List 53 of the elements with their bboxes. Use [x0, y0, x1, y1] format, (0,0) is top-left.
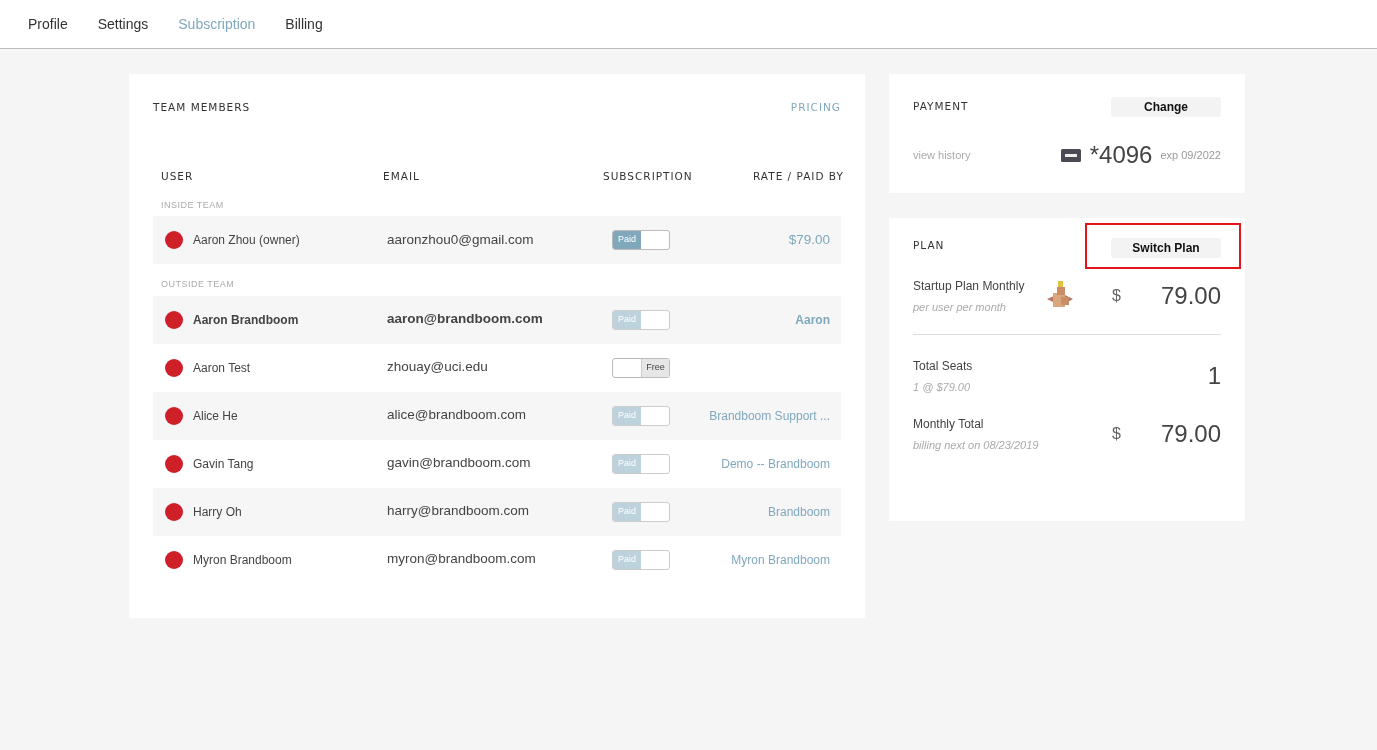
pricing-link[interactable]: PRICING — [790, 100, 841, 116]
section-title: PAYMENT — [913, 99, 969, 115]
paid-by: Demo -- Brandboom — [720, 455, 830, 473]
paid-by: Brandboom Support ... — [708, 407, 830, 425]
paid-by: Brandboom — [766, 503, 830, 521]
plan-label: Monthly Total — [913, 416, 985, 433]
user-email: harry@brandboom.com — [387, 502, 530, 521]
paid-by: Aaron — [794, 311, 830, 329]
section-title: PLAN — [913, 238, 945, 254]
card-icon — [1060, 148, 1081, 162]
user-name: Aaron Brandboom — [193, 311, 300, 329]
card-expiry: exp 09/2022 — [1160, 147, 1221, 163]
user-name: Aaron Zhou (owner) — [193, 232, 301, 249]
user-name: Aaron Test — [193, 359, 252, 377]
amount: 79.00 — [1160, 419, 1221, 450]
amount: 1 — [1206, 360, 1221, 391]
column-header: EMAIL — [383, 168, 421, 184]
subscription-toggle[interactable]: Free — [612, 357, 670, 378]
user-name: Gavin Tang — [193, 455, 255, 473]
nav-tab[interactable]: Profile — [28, 13, 68, 35]
nav-tab[interactable]: Settings — [97, 13, 149, 35]
group-label: OUTSIDE TEAM — [160, 278, 236, 291]
section-title: TEAM MEMBERS — [153, 100, 251, 115]
user-email: aaronzhou0@gmail.com — [387, 230, 535, 249]
nav-tab[interactable]: Billing — [285, 13, 323, 35]
column-header: SUBSCRIPTION — [603, 168, 694, 184]
user-email: alice@brandboom.com — [387, 406, 528, 425]
paid-by: Myron Brandboom — [730, 551, 830, 569]
nav-tab[interactable]: Subscription — [178, 13, 256, 35]
card-number: *4096 — [1089, 140, 1153, 170]
amount: 79.00 — [1160, 281, 1221, 312]
change-button[interactable]: Change — [1111, 97, 1221, 117]
user-email: myron@brandboom.com — [387, 550, 537, 569]
column-header: USER — [161, 168, 195, 184]
plan-note: per user per month — [913, 300, 1007, 315]
currency-sign: $ — [1112, 424, 1121, 445]
user-email: zhouay@uci.edu — [387, 358, 489, 377]
user-name: Alice He — [193, 407, 239, 425]
paid-by: $79.00 — [787, 230, 830, 249]
view-history-link[interactable]: view history — [913, 146, 971, 164]
user-email: aaron@brandboom.com — [387, 310, 544, 329]
plan-label: Startup Plan Monthly — [913, 278, 1026, 295]
plan-note: 1 @ $79.00 — [913, 379, 972, 395]
subscription-toggle[interactable]: Paid — [612, 230, 670, 250]
user-email: gavin@brandboom.com — [387, 454, 532, 473]
user-name: Myron Brandboom — [193, 551, 293, 569]
currency-sign: $ — [1112, 286, 1121, 307]
user-name: Harry Oh — [193, 503, 243, 521]
plan-note: billing next on 08/23/2019 — [913, 438, 1040, 453]
plan-label: Total Seats — [913, 357, 974, 375]
group-label: INSIDE TEAM — [160, 198, 225, 212]
switch-plan-button[interactable]: Switch Plan — [1111, 238, 1221, 258]
column-header: RATE / PAID BY — [753, 168, 844, 184]
